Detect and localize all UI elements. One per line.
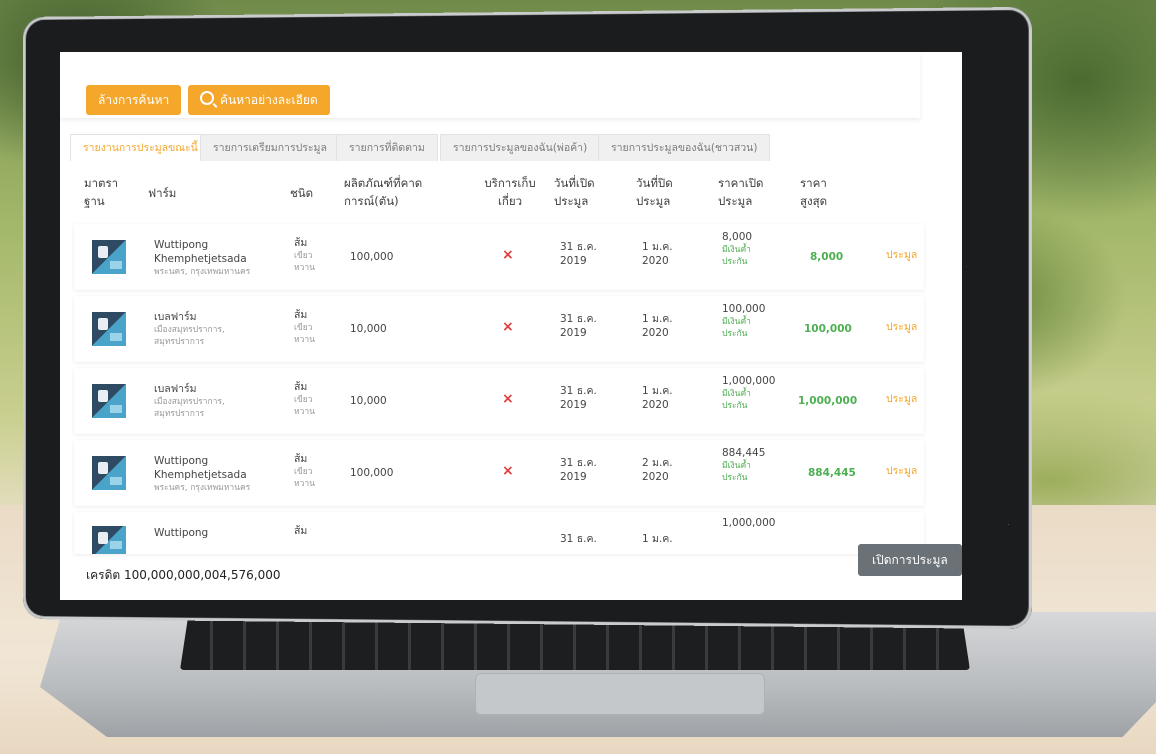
open-price: 1,000,000 — [722, 517, 776, 529]
harvest-no-icon: × — [502, 247, 514, 263]
open-date: 31 ธ.ค. — [560, 533, 597, 545]
tab-my-auctions-farmer[interactable]: รายการประมูลของฉัน(ชาวสวน) — [598, 134, 771, 161]
fruit-type: ส้ม เขียว หวาน — [294, 381, 315, 417]
header-open-date: วันที่เปิด ประมูล — [554, 176, 595, 208]
search-toolbar: ล้างการค้นหา ค้นหาอย่างละเอียด — [60, 52, 920, 118]
advanced-search-button[interactable]: ค้นหาอย่างละเอียด — [188, 85, 330, 115]
farm-thumbnail — [92, 456, 126, 490]
farm-name: เบลฟาร์ม เมืองสมุทรปราการ, สมุทรปราการ — [154, 311, 225, 347]
harvest-no-icon: × — [502, 391, 514, 407]
clear-search-button[interactable]: ล้างการค้นหา — [86, 85, 182, 115]
fruit-type: ส้ม เขียว หวาน — [294, 453, 315, 489]
farm-thumbnail — [92, 384, 126, 418]
header-standard: มาตรา ฐาน — [84, 176, 119, 208]
fruit-type: ส้ม เขียว หวาน — [294, 309, 315, 345]
tab-watchlist[interactable]: รายการที่ติดตาม — [336, 134, 438, 161]
header-harvest: บริการเก็บ เกี่ยว — [484, 176, 536, 208]
table-row[interactable]: Wuttipong ส้ม 31 ธ.ค. 1 ม.ค. 1,000,000 — [74, 512, 924, 554]
fruit-type: ส้ม เขียว หวาน — [294, 237, 315, 273]
open-price: 100,000 มีเงินค้ำ ประกัน — [722, 303, 766, 339]
open-date: 31 ธ.ค. 2019 — [560, 457, 597, 483]
table-row[interactable]: Wuttipong Khemphetjetsada พระนคร, กรุงเทพ… — [74, 224, 924, 290]
max-price: 8,000 — [810, 251, 844, 263]
harvest-no-icon: × — [502, 463, 514, 479]
table-header: มาตรา ฐาน ฟาร์ม ชนิด ผลิตภัณฑ์ที่คาด การณ์… — [70, 160, 930, 222]
tab-my-auctions-merchant[interactable]: รายการประมูลของฉัน(พ่อค้า) — [440, 134, 601, 161]
table-row[interactable]: Wuttipong Khemphetjetsada พระนคร, กรุงเทพ… — [74, 440, 924, 506]
header-max-price: ราคา สูงสุด — [800, 176, 828, 208]
close-date: 1 ม.ค. 2020 — [642, 241, 673, 267]
auction-table: มาตรา ฐาน ฟาร์ม ชนิด ผลิตภัณฑ์ที่คาด การณ์… — [70, 160, 930, 570]
table-row[interactable]: เบลฟาร์ม เมืองสมุทรปราการ, สมุทรปราการ ส้… — [74, 368, 924, 434]
open-price: 884,445 มีเงินค้ำ ประกัน — [722, 447, 766, 483]
farm-name: Wuttipong Khemphetjetsada พระนคร, กรุงเทพ… — [154, 455, 251, 493]
bid-link[interactable]: ประมูล — [886, 464, 917, 478]
farm-thumbnail — [92, 312, 126, 346]
close-date: 1 ม.ค. 2020 — [642, 313, 673, 339]
yield-value: 10,000 — [350, 323, 387, 335]
header-farm: ฟาร์ม — [148, 186, 177, 200]
bid-link[interactable]: ประมูล — [886, 320, 917, 334]
open-date: 31 ธ.ค. 2019 — [560, 241, 597, 267]
header-type: ชนิด — [290, 186, 314, 200]
max-price: 100,000 — [804, 323, 852, 335]
harvest-no-icon: × — [502, 319, 514, 335]
advanced-search-label: ค้นหาอย่างละเอียด — [220, 93, 318, 107]
max-price: 1,000,000 — [798, 395, 858, 407]
close-date: 1 ม.ค. 2020 — [642, 385, 673, 411]
max-price: 884,445 — [808, 467, 856, 479]
table-row[interactable]: เบลฟาร์ม เมืองสมุทรปราการ, สมุทรปราการ ส้… — [74, 296, 924, 362]
farm-name: Wuttipong — [154, 527, 209, 539]
tab-current-auctions[interactable]: รายงานการประมูลขณะนี้ — [70, 134, 211, 161]
open-date: 31 ธ.ค. 2019 — [560, 313, 597, 339]
bid-link[interactable]: ประมูล — [886, 248, 917, 262]
header-yield: ผลิตภัณฑ์ที่คาด การณ์(ตัน) — [344, 176, 423, 208]
open-price: 8,000 มีเงินค้ำ ประกัน — [722, 231, 753, 267]
tab-upcoming-auctions[interactable]: รายการเตรียมการประมูล — [200, 134, 340, 161]
tab-bar: รายงานการประมูลขณะนี้ รายการเตรียมการประ… — [70, 134, 960, 161]
yield-value: 10,000 — [350, 395, 387, 407]
farm-thumbnail — [92, 526, 126, 554]
laptop-trackpad — [475, 673, 765, 715]
farm-name: เบลฟาร์ม เมืองสมุทรปราการ, สมุทรปราการ — [154, 383, 225, 419]
app-screen: ล้างการค้นหา ค้นหาอย่างละเอียด รายงานการ… — [60, 52, 962, 600]
close-date: 1 ม.ค. — [642, 533, 673, 545]
close-date: 2 ม.ค. 2020 — [642, 457, 673, 483]
search-icon — [200, 91, 214, 105]
yield-value: 100,000 — [350, 467, 394, 479]
farm-thumbnail — [92, 240, 126, 274]
header-open-price: ราคาเปิด ประมูล — [718, 176, 764, 208]
credit-balance: เครดิต 100,000,000,004,576,000 — [86, 568, 281, 582]
open-price: 1,000,000 มีเงินค้ำ ประกัน — [722, 375, 776, 411]
open-auction-button[interactable]: เปิดการประมูล — [858, 544, 962, 576]
open-date: 31 ธ.ค. 2019 — [560, 385, 597, 411]
fruit-type: ส้ม — [294, 525, 308, 537]
bid-link[interactable]: ประมูล — [886, 392, 917, 406]
yield-value: 100,000 — [350, 251, 394, 263]
farm-name: Wuttipong Khemphetjetsada พระนคร, กรุงเทพ… — [154, 239, 251, 277]
header-close-date: วันที่ปิด ประมูล — [636, 176, 673, 208]
